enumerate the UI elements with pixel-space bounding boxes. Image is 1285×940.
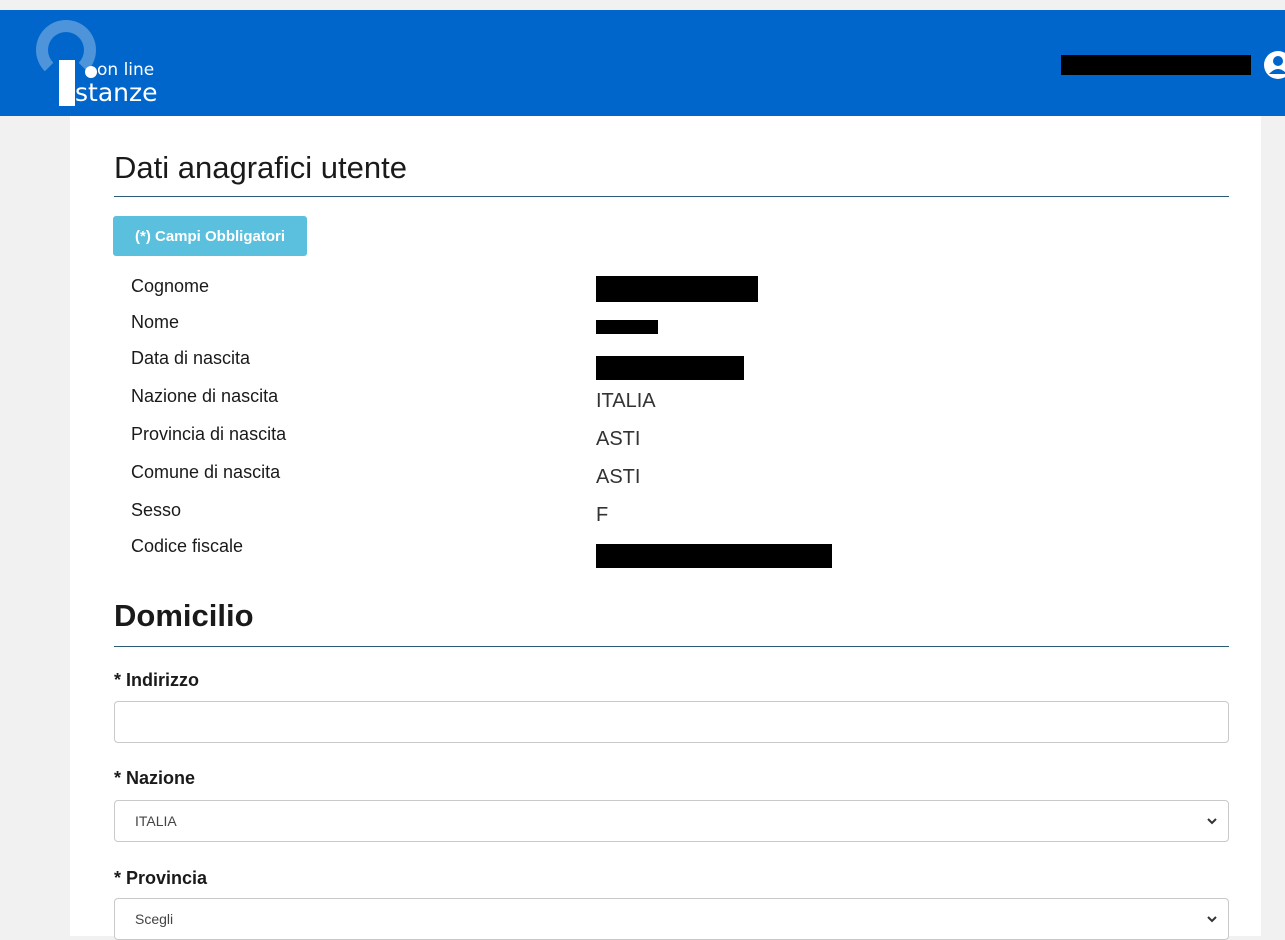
info-row-nazione-nascita: Nazione di nascita ITALIA [131, 386, 1181, 416]
provincia-selected-value: Scegli [135, 911, 174, 927]
user-icon[interactable] [1263, 50, 1285, 80]
info-label: Codice fiscale [131, 536, 244, 556]
info-value: F [596, 504, 609, 526]
redacted-value [596, 276, 758, 302]
redacted-value [596, 544, 832, 568]
chevron-down-icon [1207, 916, 1217, 923]
user-menu[interactable] [1061, 50, 1285, 80]
main-card: Dati anagrafici utente (*) Campi Obbliga… [70, 116, 1261, 940]
required-fields-badge: (*) Campi Obbligatori [113, 216, 307, 256]
indirizzo-label: * Indirizzo [114, 670, 199, 690]
istanze-online-logo[interactable]: on line stanze [30, 20, 180, 110]
nazione-select[interactable]: ITALIA [114, 800, 1229, 842]
info-label: Data di nascita [131, 348, 251, 368]
info-row-provincia-nascita: Provincia di nascita ASTI [131, 424, 1181, 454]
info-row-data-nascita: Data di nascita [131, 348, 1181, 380]
provincia-label: * Provincia [114, 868, 208, 888]
redacted-value [596, 356, 744, 380]
provincia-select[interactable]: Scegli [114, 898, 1229, 940]
logo-dot-shape [85, 66, 97, 78]
section-title-domicilio: Domicilio [114, 598, 254, 633]
info-value: ITALIA [596, 390, 656, 412]
logo-text-stanze: stanze [75, 78, 158, 107]
info-value: ASTI [596, 428, 641, 450]
header-bar: on line stanze [0, 10, 1285, 116]
indirizzo-input[interactable] [114, 701, 1229, 743]
nazione-label: * Nazione [114, 768, 196, 788]
info-label: Nazione di nascita [131, 386, 279, 406]
divider [114, 646, 1229, 647]
info-label: Cognome [131, 276, 210, 296]
info-row-comune-nascita: Comune di nascita ASTI [131, 462, 1181, 492]
info-value: ASTI [596, 466, 641, 488]
redacted-value [596, 320, 658, 334]
info-row-codice-fiscale: Codice fiscale [131, 536, 1181, 568]
section-title-anagrafica: Dati anagrafici utente [114, 150, 407, 185]
divider [114, 196, 1229, 197]
username-redacted [1061, 55, 1251, 75]
info-label: Comune di nascita [131, 462, 281, 482]
info-row-nome: Nome [131, 312, 1181, 342]
info-row-cognome: Cognome [131, 276, 1181, 306]
logo-text-online: on line [97, 60, 155, 80]
chevron-down-icon [1207, 818, 1217, 825]
logo-i-shape [59, 60, 75, 106]
nazione-selected-value: ITALIA [135, 813, 177, 829]
info-label: Sesso [131, 500, 182, 520]
info-label: Nome [131, 312, 180, 332]
info-row-sesso: Sesso F [131, 500, 1181, 530]
info-label: Provincia di nascita [131, 424, 287, 444]
